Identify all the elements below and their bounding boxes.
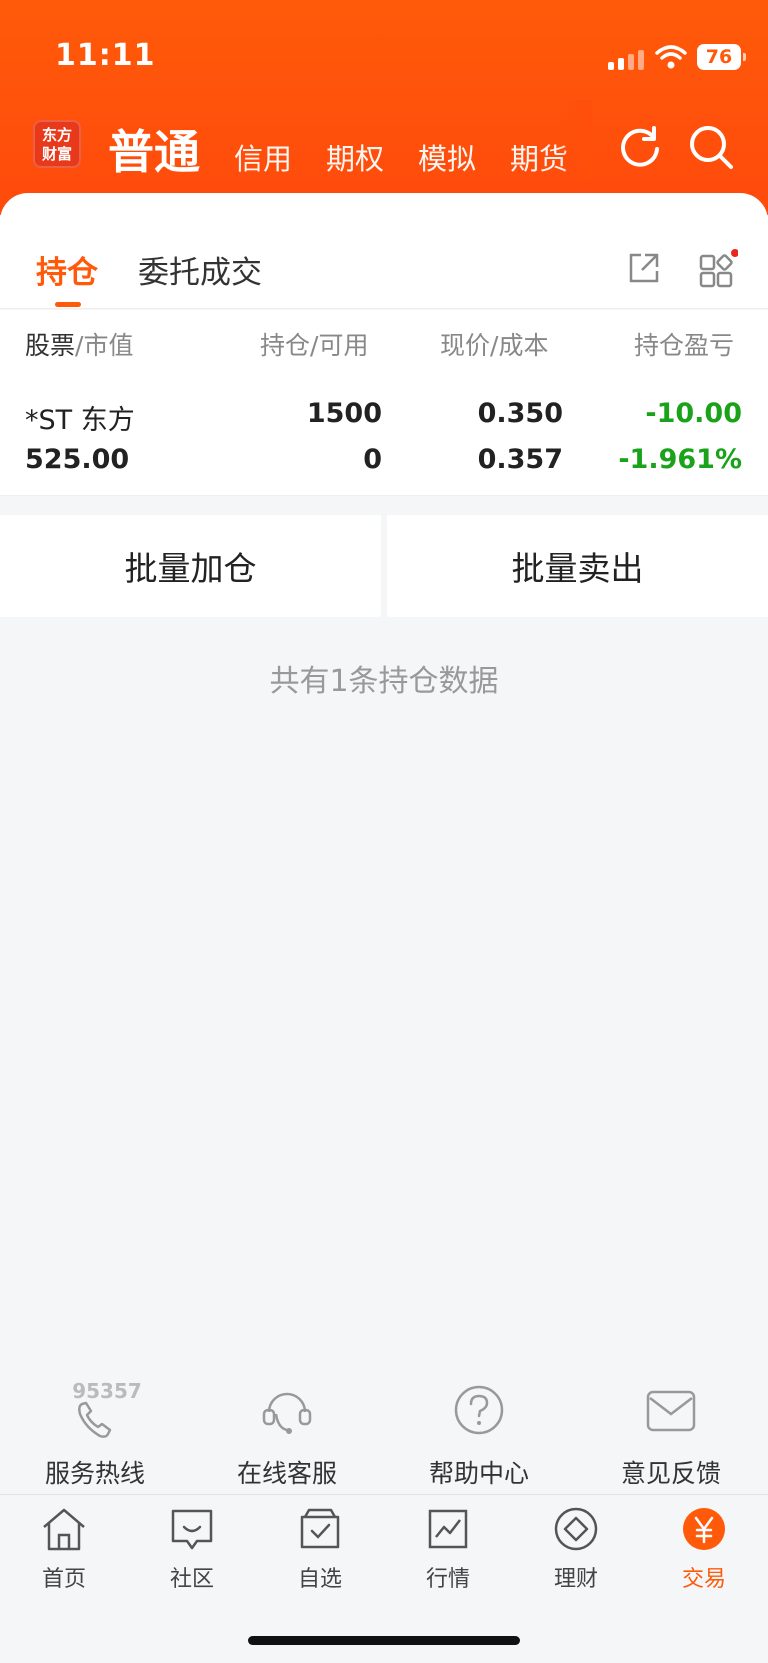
col-stock: 股票/市值 xyxy=(25,331,134,360)
nav-label: 交易 xyxy=(681,1567,726,1592)
current-price: 0.350 xyxy=(477,398,563,429)
tab-orders-trades[interactable]: 委托成交 xyxy=(138,247,262,292)
headset-icon xyxy=(262,1392,312,1434)
batch-add-button[interactable]: 批量加仓 xyxy=(0,515,381,617)
status-bar: 11:11 76 xyxy=(0,38,768,78)
yen-icon xyxy=(683,1508,725,1550)
holding-tabs: 持仓 委托成交 xyxy=(0,227,768,309)
position-qty: 1500 xyxy=(306,398,382,429)
home-icon xyxy=(43,1508,85,1551)
col-pnl: 持仓盈亏 xyxy=(634,331,735,360)
battery-indicator: 76 xyxy=(697,44,746,70)
nav-watchlist[interactable]: 自选 xyxy=(256,1505,384,1593)
active-tab-indicator xyxy=(55,302,81,307)
service-label: 服务热线 xyxy=(44,1459,145,1488)
nav-home[interactable]: 首页 xyxy=(0,1505,128,1593)
available-qty: 0 xyxy=(363,444,382,475)
batch-sell-button[interactable]: 批量卖出 xyxy=(387,515,768,617)
batch-actions: 批量加仓 批量卖出 xyxy=(0,515,768,617)
service-label: 帮助中心 xyxy=(428,1459,529,1488)
col-position: 持仓/可用 xyxy=(260,331,369,360)
nav-wealth[interactable]: 理财 xyxy=(512,1505,640,1593)
pnl-percent: -1.961% xyxy=(618,444,742,475)
nav-trade[interactable]: 交易 xyxy=(640,1505,768,1593)
feedback[interactable]: 意见反馈 xyxy=(576,1378,766,1490)
watchlist-icon xyxy=(300,1508,340,1549)
tab-scroll-fade xyxy=(560,100,592,180)
signal-icon xyxy=(608,50,644,70)
nav-label: 理财 xyxy=(553,1567,598,1592)
chat-icon xyxy=(171,1509,213,1550)
home-indicator[interactable] xyxy=(248,1636,520,1645)
search-icon[interactable] xyxy=(688,124,734,170)
service-label: 意见反馈 xyxy=(620,1459,721,1488)
grid-menu-icon[interactable] xyxy=(698,249,738,289)
tab-normal[interactable]: 普通 xyxy=(108,122,200,182)
table-row[interactable]: *ST 东方 525.00 1500 0 0.350 0.357 -10.00 … xyxy=(0,376,768,496)
diamond-icon xyxy=(554,1507,598,1551)
nav-label: 首页 xyxy=(41,1567,86,1592)
help-center[interactable]: 帮助中心 xyxy=(384,1378,574,1490)
tab-credit[interactable]: 信用 xyxy=(234,136,292,182)
pnl-amount: -10.00 xyxy=(645,398,742,429)
tab-options[interactable]: 期权 xyxy=(326,136,384,182)
phone-icon: 95357 xyxy=(72,1379,142,1438)
app-header: 11:11 76 东方 财富 普通 信用 期权 模拟 期货 xyxy=(0,0,768,215)
table-header: 股票/市值 持仓/可用 现价/成本 持仓盈亏 xyxy=(0,310,768,376)
service-label: 在线客服 xyxy=(236,1459,337,1488)
tab-simulated[interactable]: 模拟 xyxy=(418,136,476,182)
question-icon xyxy=(454,1385,504,1435)
market-value: 525.00 xyxy=(25,444,130,475)
tab-holdings[interactable]: 持仓 xyxy=(36,247,98,292)
nav-community[interactable]: 社区 xyxy=(128,1505,256,1593)
refresh-icon[interactable] xyxy=(617,124,663,170)
nav-label: 社区 xyxy=(169,1567,214,1592)
cost-price: 0.357 xyxy=(477,444,563,475)
brand-logo[interactable]: 东方 财富 xyxy=(33,120,81,168)
mail-icon xyxy=(646,1390,696,1432)
holdings-count-text: 共有1条持仓数据 xyxy=(269,664,499,699)
stock-name: *ST 东方 xyxy=(25,405,135,436)
nav-market[interactable]: 行情 xyxy=(384,1505,512,1593)
status-time: 11:11 xyxy=(55,38,156,73)
share-icon[interactable] xyxy=(627,251,661,285)
account-type-tabs: 普通 信用 期权 模拟 期货 xyxy=(108,112,602,182)
col-price: 现价/成本 xyxy=(440,331,549,360)
hotline-number: 95357 xyxy=(72,1379,142,1403)
wifi-icon xyxy=(655,45,687,69)
nav-label: 自选 xyxy=(297,1567,342,1592)
service-hotline[interactable]: 95357 服务热线 xyxy=(0,1378,190,1490)
nav-label: 行情 xyxy=(425,1567,470,1592)
online-support[interactable]: 在线客服 xyxy=(192,1378,382,1490)
chart-icon xyxy=(428,1509,468,1549)
